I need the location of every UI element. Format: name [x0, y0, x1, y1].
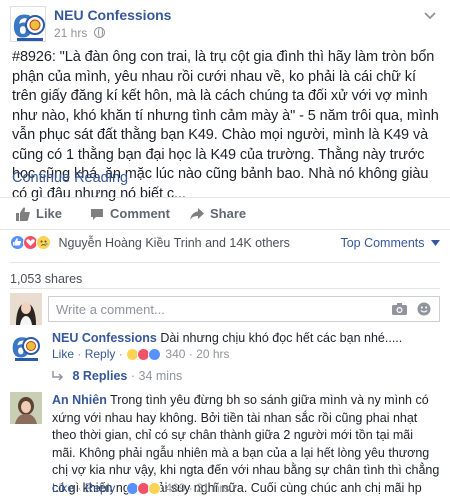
post-time-text[interactable]: 21 hrs [54, 26, 87, 40]
view-replies-link[interactable]: 8 Replies · 34 mins [52, 369, 182, 383]
shares-count[interactable]: 1,053 shares [10, 272, 82, 286]
divider [10, 262, 440, 263]
comment-time[interactable]: 21 hrs [196, 481, 229, 495]
continue-reading-link[interactable]: Continue Reading [12, 170, 128, 186]
share-arrow-icon [190, 208, 204, 220]
globe-icon [93, 27, 105, 38]
comment-input-placeholder: Write a comment... [56, 302, 165, 317]
sad-reaction-icon [36, 235, 51, 250]
comment-reply-link[interactable]: Reply [85, 347, 116, 361]
share-label: Share [210, 206, 247, 221]
comment-item: An Nhiên Trong tình yêu đừng bh so sánh … [10, 392, 440, 500]
neu-logo-icon: 6 [11, 7, 45, 41]
user-photo-icon [10, 392, 42, 424]
wow-reaction-icon [148, 482, 162, 495]
comment-bubble-icon [91, 209, 103, 220]
replies-label: 8 Replies [72, 369, 128, 383]
neu-logo-icon: 6 [10, 330, 42, 362]
comment-reaction-count[interactable]: 340 [165, 347, 185, 361]
comment-reply-link[interactable]: Reply [85, 481, 116, 495]
like-button[interactable]: Like [16, 205, 62, 223]
user-avatar[interactable] [10, 293, 42, 325]
comment-button[interactable]: Comment [90, 205, 170, 223]
comment-meta: Like · Reply · 340 · 20 hrs [52, 347, 230, 361]
like-reaction-icon [148, 348, 162, 361]
comment-meta: Like · Reply · 469 · 21 hrs [52, 481, 230, 495]
comment-label: Comment [110, 206, 170, 221]
user-photo-icon [10, 293, 42, 325]
post-timestamp[interactable]: 21 hrs [54, 26, 105, 40]
comment-time[interactable]: 20 hrs [196, 347, 229, 361]
post-header: 6 NEU Confessions 21 hrs [10, 6, 440, 42]
comment-reaction-count[interactable]: 469 [165, 481, 185, 495]
comment-text: Dài nhưng chịu khó đọc hết các bạn nhé..… [160, 331, 403, 345]
replies-time: 34 mins [138, 369, 183, 383]
comment-like-link[interactable]: Like [52, 347, 74, 361]
top-comments-dropdown[interactable]: Top Comments [340, 236, 440, 250]
divider [0, 229, 450, 230]
sticker-icon[interactable] [417, 302, 431, 316]
thumbs-up-icon [16, 207, 30, 221]
comment-body: NEU Confessions Dài nhưng chịu khó đọc h… [52, 330, 440, 348]
like-label: Like [36, 206, 63, 221]
comment-author[interactable]: NEU Confessions [52, 331, 157, 345]
divider [0, 197, 450, 198]
divider [10, 288, 440, 289]
page-avatar[interactable]: 6 [10, 6, 46, 42]
comment-avatar[interactable]: 6 [10, 330, 42, 362]
comment-like-link[interactable]: Like [52, 481, 74, 495]
reactions-summary-text[interactable]: Nguyễn Hoàng Kiều Trinh and 14K others [58, 236, 289, 250]
top-comments-label: Top Comments [340, 236, 425, 250]
camera-icon[interactable] [392, 302, 407, 315]
page-name[interactable]: NEU Confessions [54, 7, 171, 23]
comment-avatar[interactable] [10, 392, 42, 424]
reply-arrow-icon [52, 371, 64, 381]
post-card: 6 NEU Confessions 21 hrs #8926: "Là đàn … [0, 0, 450, 500]
comment-input[interactable]: Write a comment... [48, 296, 440, 322]
action-bar: Like Comment Share [12, 205, 438, 225]
share-button[interactable]: Share [190, 205, 246, 223]
chevron-down-icon[interactable] [422, 10, 438, 22]
caret-down-icon [431, 240, 440, 246]
comment-author[interactable]: An Nhiên [52, 393, 107, 407]
